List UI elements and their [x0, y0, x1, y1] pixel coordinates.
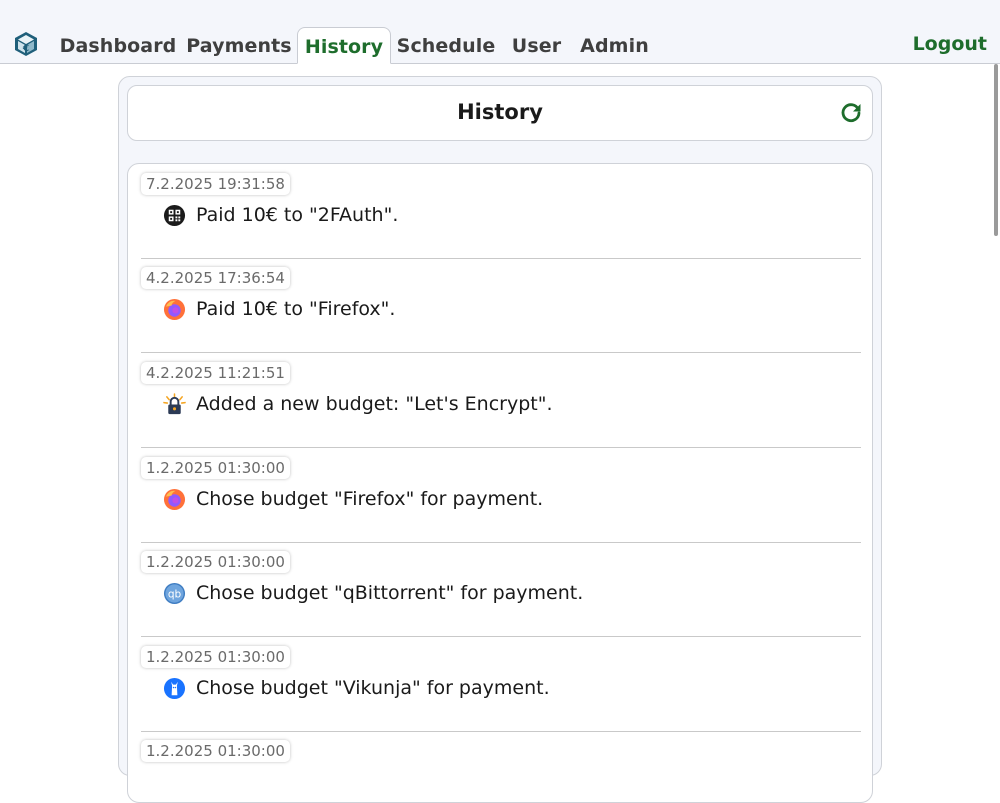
- top-navigation: € Dashboard Payments History Schedule Us…: [0, 0, 1000, 64]
- entry-timestamp: 1.2.2025 01:30:00: [141, 551, 290, 573]
- qbittorrent-icon: qb: [163, 582, 186, 605]
- history-header: History: [127, 85, 873, 141]
- tab-schedule[interactable]: Schedule: [395, 27, 497, 63]
- history-entry: 1.2.2025 01:30:00 Chose budget "Firefox"…: [141, 448, 861, 543]
- entry-timestamp: 1.2.2025 01:30:00: [141, 457, 290, 479]
- refresh-icon[interactable]: [839, 101, 863, 125]
- history-entry: 4.2.2025 11:21:51 Added a new budget: "L…: [141, 353, 861, 448]
- history-entry: 1.2.2025 01:30:00: [141, 731, 861, 803]
- 2fauth-icon: [163, 204, 186, 227]
- tab-admin[interactable]: Admin: [576, 27, 653, 63]
- entry-timestamp: 1.2.2025 01:30:00: [141, 646, 290, 668]
- entry-message: Chose budget "qBittorrent" for payment.: [196, 582, 583, 604]
- entry-message: Chose budget "Firefox" for payment.: [196, 488, 543, 510]
- entry-timestamp: 1.2.2025 01:30:00: [141, 740, 290, 762]
- entry-timestamp: 4.2.2025 17:36:54: [141, 267, 290, 289]
- letsencrypt-icon: [163, 393, 186, 416]
- history-entry: 7.2.2025 19:31:58 Paid 10€ to "2FAuth".: [141, 164, 861, 259]
- history-entry: 4.2.2025 17:36:54 Paid 10€ to "Firefox".: [141, 258, 861, 353]
- logout-link[interactable]: Logout: [913, 33, 987, 55]
- entry-message: Added a new budget: "Let's Encrypt".: [196, 393, 553, 415]
- history-entry: 1.2.2025 01:30:00 qb Chose budget "qBitt…: [141, 542, 861, 637]
- firefox-icon: [163, 298, 186, 321]
- page-title: History: [128, 100, 872, 124]
- history-entry: 1.2.2025 01:30:00 Chose budget "Vikunja"…: [141, 637, 861, 732]
- tab-dashboard[interactable]: Dashboard: [59, 27, 177, 63]
- svg-text:€: €: [22, 44, 29, 54]
- svg-text:qb: qb: [168, 588, 182, 600]
- history-list: 7.2.2025 19:31:58 Paid 10€ to "2FAuth". …: [127, 163, 873, 803]
- history-panel: History 7.2.2025 19:31:58 Paid 10€ to "2…: [118, 76, 882, 776]
- page-scrollbar-thumb[interactable]: [994, 64, 998, 236]
- entry-timestamp: 7.2.2025 19:31:58: [141, 173, 290, 195]
- firefox-icon: [163, 488, 186, 511]
- box-logo-icon[interactable]: €: [14, 31, 38, 57]
- tab-history[interactable]: History: [297, 27, 391, 64]
- entry-message: Paid 10€ to "2FAuth".: [196, 204, 398, 226]
- tab-payments[interactable]: Payments: [183, 27, 295, 63]
- tab-user[interactable]: User: [505, 27, 568, 63]
- entry-timestamp: 4.2.2025 11:21:51: [141, 362, 290, 384]
- entry-message: Chose budget "Vikunja" for payment.: [196, 677, 550, 699]
- entry-message: Paid 10€ to "Firefox".: [196, 298, 395, 320]
- vikunja-icon: [163, 677, 186, 700]
